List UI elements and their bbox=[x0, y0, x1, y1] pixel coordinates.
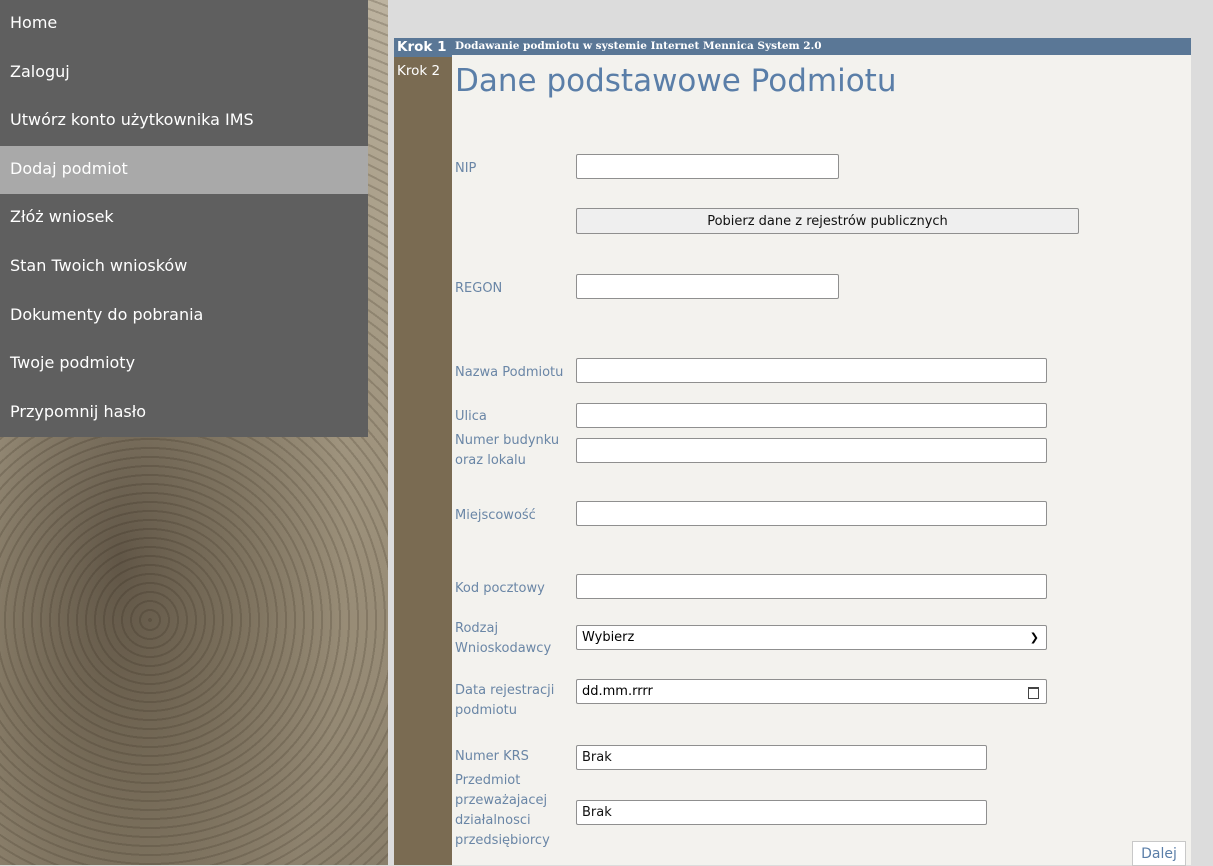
sidebar-item-remind-password[interactable]: Przypomnij hasło bbox=[0, 389, 368, 438]
page-title: Dane podstawowe Podmiotu bbox=[455, 63, 897, 99]
form-content: Dane podstawowe Podmiotu NIP Pobierz dan… bbox=[452, 55, 1191, 865]
entity-name-label: Nazwa Podmiotu bbox=[455, 365, 564, 380]
street-input[interactable] bbox=[576, 403, 1047, 428]
sidebar-item-application-status[interactable]: Stan Twoich wniosków bbox=[0, 243, 368, 292]
regon-input[interactable] bbox=[576, 274, 839, 299]
sidebar-item-submit-application[interactable]: Złóż wniosek bbox=[0, 194, 368, 243]
registration-date-input[interactable]: dd.mm.rrrr bbox=[576, 679, 1047, 704]
next-button[interactable]: Dalej bbox=[1132, 841, 1186, 866]
step-1-tab[interactable]: Krok 1 bbox=[394, 38, 452, 57]
sidebar-item-login[interactable]: Zaloguj bbox=[0, 49, 368, 98]
fetch-public-registry-button[interactable]: Pobierz dane z rejestrów publicznych bbox=[576, 208, 1079, 234]
step-2-tab[interactable]: Krok 2 bbox=[394, 62, 452, 81]
sidebar-item-create-account[interactable]: Utwórz konto użytkownika IMS bbox=[0, 97, 368, 146]
city-input[interactable] bbox=[576, 501, 1047, 526]
nip-input[interactable] bbox=[576, 154, 839, 179]
form-banner: Dodawanie podmiotu w systemie Internet M… bbox=[452, 38, 1191, 55]
nip-label: NIP bbox=[455, 161, 477, 176]
krs-number-label: Numer KRS bbox=[455, 749, 529, 764]
calendar-icon[interactable] bbox=[1028, 687, 1039, 699]
city-label: Miejscowość bbox=[455, 508, 536, 523]
main-panel: Krok 1 Krok 2 Dodawanie podmiotu w syste… bbox=[394, 38, 1191, 866]
sidebar-item-documents[interactable]: Dokumenty do pobrania bbox=[0, 292, 368, 341]
sidebar-item-add-entity[interactable]: Dodaj podmiot bbox=[0, 145, 368, 195]
building-number-label: Numer budynku oraz lokalu bbox=[455, 433, 560, 468]
postal-code-label: Kod pocztowy bbox=[455, 581, 545, 596]
registration-date-label: Data rejestracji podmiotu bbox=[455, 683, 555, 718]
applicant-type-value: Wybierz bbox=[582, 630, 635, 645]
street-label: Ulica bbox=[455, 409, 487, 424]
main-activity-label: Przedmiot przeważajacej działalnosci prz… bbox=[455, 773, 550, 848]
entity-name-input[interactable] bbox=[576, 358, 1047, 383]
sidebar-item-your-entities[interactable]: Twoje podmioty bbox=[0, 340, 368, 389]
registration-date-placeholder: dd.mm.rrrr bbox=[582, 684, 653, 699]
postal-code-input[interactable] bbox=[576, 574, 1047, 599]
main-activity-input[interactable] bbox=[576, 800, 987, 825]
steps-column bbox=[394, 38, 452, 865]
sidebar-menu: Home Zaloguj Utwórz konto użytkownika IM… bbox=[0, 0, 368, 437]
applicant-type-label: Rodzaj Wnioskodawcy bbox=[455, 621, 552, 656]
chevron-down-icon: ❯ bbox=[1029, 631, 1039, 644]
applicant-type-select[interactable]: Wybierz ❯ bbox=[576, 625, 1047, 650]
building-number-input[interactable] bbox=[576, 438, 1047, 463]
sidebar-item-home[interactable]: Home bbox=[0, 0, 368, 49]
krs-number-input[interactable] bbox=[576, 745, 987, 770]
regon-label: REGON bbox=[455, 281, 503, 296]
